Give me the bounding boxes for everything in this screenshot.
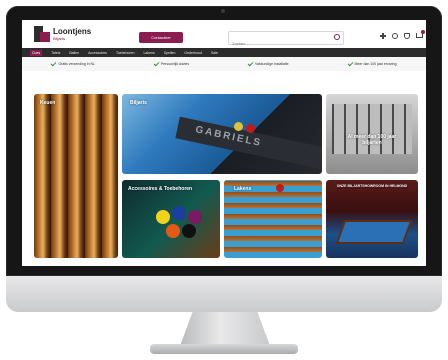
nav-item-accessoires[interactable]: Accessoires xyxy=(88,51,107,55)
main-nav: Cues Tafels Ballen Accessoires Toebehore… xyxy=(22,48,426,57)
cart-icon[interactable] xyxy=(416,30,425,38)
monitor-bezel: Loontjens Biljarts Contacteer Cues xyxy=(6,6,442,276)
billiard-ball xyxy=(182,224,196,238)
category-tile-biljarts[interactable]: Biljarts GABRIELS xyxy=(122,94,322,174)
tile-title: Biljarts xyxy=(130,100,147,106)
nav-item-ballen[interactable]: Ballen xyxy=(69,51,79,55)
nav-item-sale[interactable]: Sale xyxy=(211,51,218,55)
tile-title: Accessoires & Toebehoren xyxy=(128,186,193,192)
usp-text: Vakkundige installatie xyxy=(255,62,289,66)
nav-item-toebehoren[interactable]: Toebehoren xyxy=(116,51,135,55)
category-tile-accessoires[interactable]: Accessoires & Toebehoren xyxy=(122,180,220,258)
tile-title: ONZE BILJARTSHOWROOM IN HELMOND xyxy=(336,184,408,188)
search-icon[interactable] xyxy=(334,34,340,40)
monitor: Loontjens Biljarts Contacteer Cues xyxy=(6,6,442,312)
tile-title: Keuen xyxy=(40,100,56,106)
usp-item: Vakkundige installatie xyxy=(247,60,289,67)
check-icon xyxy=(247,60,254,67)
usp-text: Gratis verzending in NL xyxy=(58,62,96,66)
nav-item-spellen[interactable]: Spellen xyxy=(164,51,176,55)
nav-item-cues[interactable]: Cues xyxy=(30,49,43,56)
category-tile-showroom[interactable]: ONZE BILJARTSHOWROOM IN HELMOND xyxy=(326,180,418,258)
usp-item: Persoonlijk advies xyxy=(153,60,190,67)
billiard-ball xyxy=(276,184,284,192)
camera-icon xyxy=(221,9,225,13)
check-icon xyxy=(51,60,57,67)
monitor-foot xyxy=(150,344,298,354)
site-logo[interactable]: Loontjens Biljarts xyxy=(34,26,91,42)
logo-name: Loontjens xyxy=(53,26,92,36)
website-screen: Loontjens Biljarts Contacteer Cues xyxy=(22,20,426,266)
wishlist-icon[interactable] xyxy=(404,33,410,39)
tile-title: Al meer dan 100 jaar biljarten xyxy=(347,134,397,146)
header-icons xyxy=(380,30,425,39)
cart-badge xyxy=(421,30,425,34)
category-tile-cues[interactable]: Keuen xyxy=(34,94,118,258)
usp-item: Gratis verzending in NL xyxy=(51,60,96,67)
monitor-stand xyxy=(180,312,270,346)
usp-text: Persoonlijk advies xyxy=(160,62,190,66)
billiard-ball xyxy=(246,124,255,133)
billiard-ball xyxy=(234,122,243,131)
billiard-ball xyxy=(166,224,180,238)
logo-subtitle: Biljarts xyxy=(53,35,66,41)
logo-mark-icon xyxy=(34,26,50,42)
billiard-ball xyxy=(172,206,186,220)
usp-text: Meer dan 100 jaar ervaring xyxy=(354,62,397,66)
usp-bar: Gratis verzending in NL Persoonlijk advi… xyxy=(22,57,426,71)
add-icon[interactable] xyxy=(380,33,386,39)
billiard-ball xyxy=(156,210,170,224)
nav-item-tafels[interactable]: Tafels xyxy=(51,51,60,55)
nav-item-lakens[interactable]: Lakens xyxy=(143,51,154,55)
contact-button[interactable]: Contacteer xyxy=(139,32,183,43)
billiard-ball xyxy=(188,210,202,224)
search-bar xyxy=(228,31,344,49)
check-icon xyxy=(347,60,353,67)
site-header: Loontjens Biljarts Contacteer xyxy=(22,20,426,49)
category-tile-lakens[interactable]: Lakens xyxy=(224,180,322,258)
pool-table-image xyxy=(335,220,413,244)
usp-item: Meer dan 100 jaar ervaring xyxy=(347,60,397,67)
check-icon xyxy=(153,60,160,67)
monitor-chin xyxy=(6,276,442,312)
category-tile-history[interactable]: Al meer dan 100 jaar biljarten xyxy=(326,94,418,174)
tile-title: Lakens xyxy=(234,186,252,192)
storefront-image xyxy=(332,104,412,154)
nav-item-onderhoud[interactable]: Onderhoud xyxy=(184,51,202,55)
user-icon[interactable] xyxy=(392,33,398,39)
search-input[interactable] xyxy=(229,38,332,49)
